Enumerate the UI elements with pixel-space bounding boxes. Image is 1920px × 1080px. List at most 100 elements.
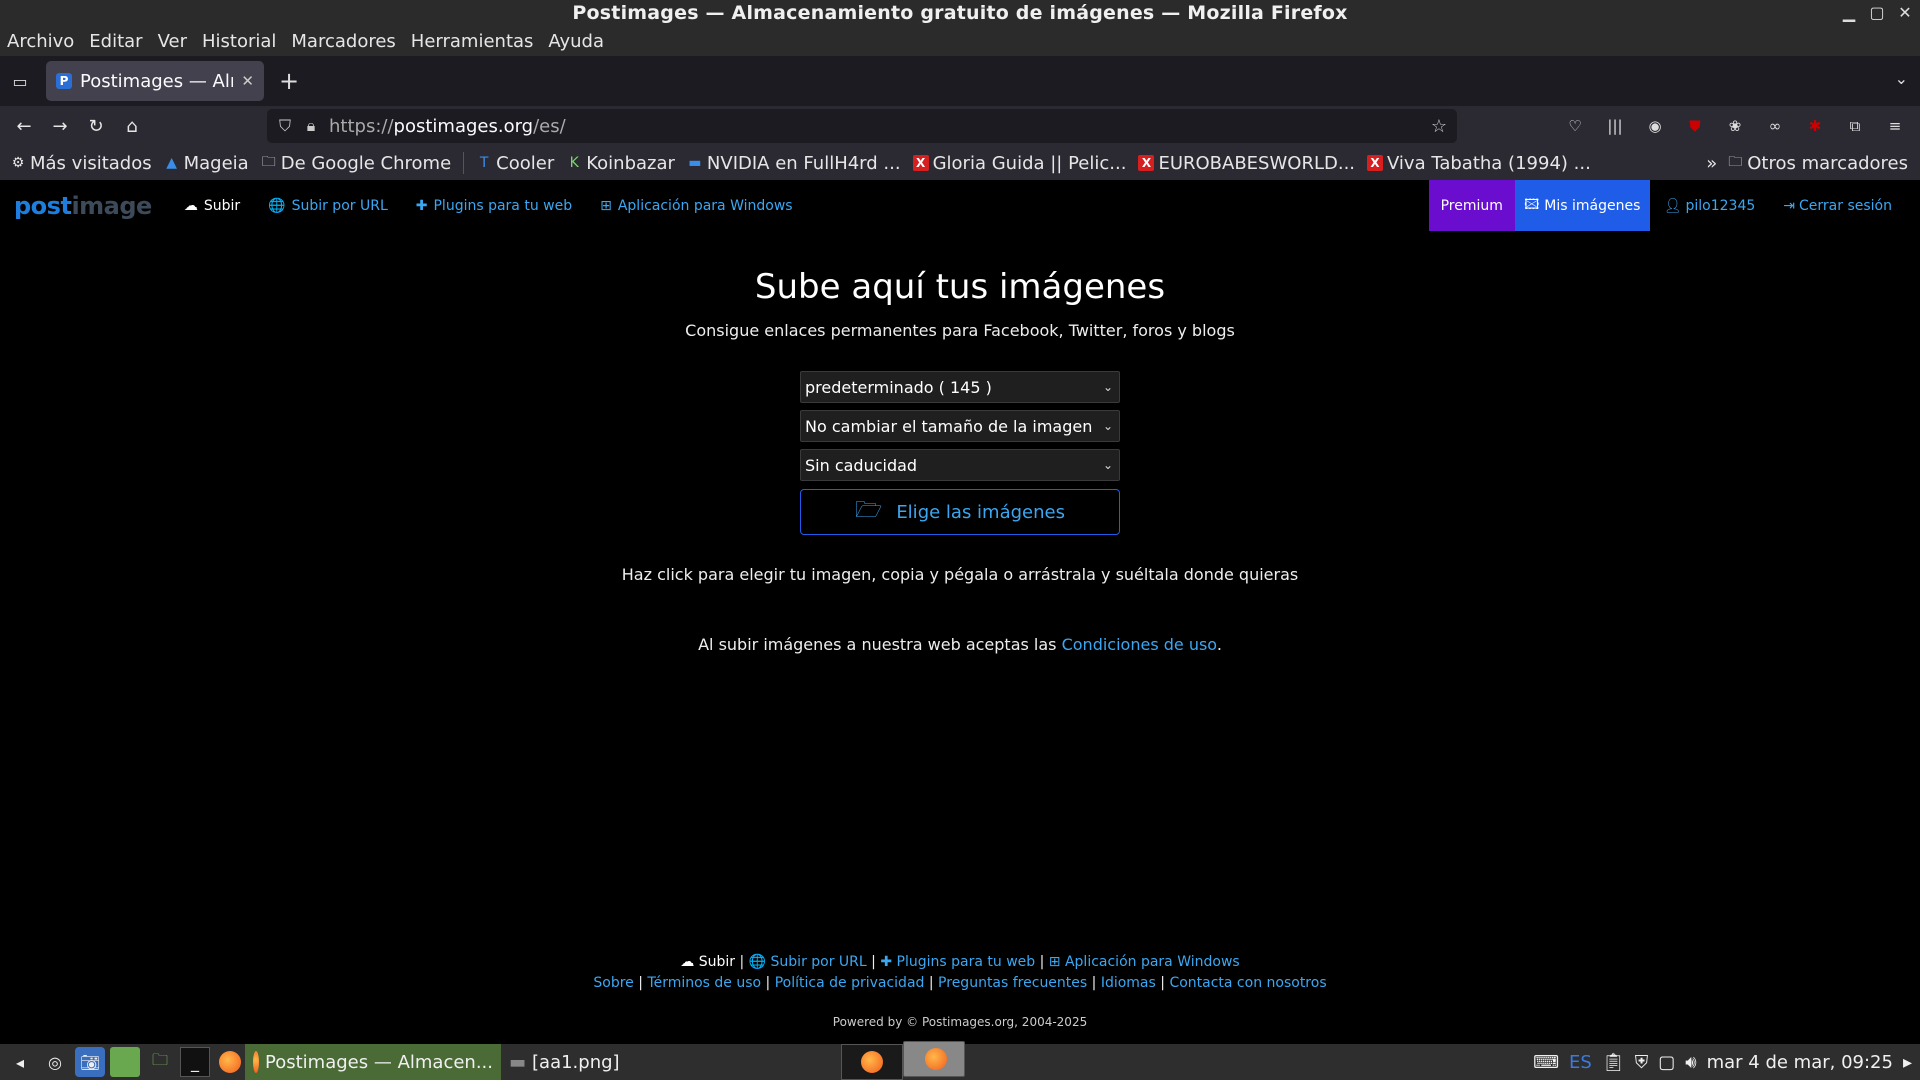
gallery-select[interactable]: predeterminado ( 145 ) ⌄ [800, 371, 1120, 403]
account-icon[interactable]: ◉ [1640, 110, 1670, 142]
new-tab-icon[interactable]: + [272, 64, 306, 98]
footer-terminos-link[interactable]: Términos de uso [647, 975, 761, 991]
footer-faq-link[interactable]: Preguntas frecuentes [938, 975, 1087, 991]
cloud-upload-icon: ☁ [680, 954, 695, 970]
bookmark-folder-chrome[interactable]: 🗀 De Google Chrome [261, 151, 451, 175]
bookmark-eurobabesworld[interactable]: X EUROBABESWORLD... [1138, 153, 1355, 174]
more-bookmarks-chevron-icon[interactable]: » [1706, 153, 1717, 174]
glasses-extension-icon[interactable]: ∞ [1760, 110, 1790, 142]
bookmark-mas-visitados[interactable]: ⚙ Más visitados [10, 153, 152, 174]
menu-marcadores[interactable]: Marcadores [291, 31, 395, 52]
menu-archivo[interactable]: Archivo [7, 31, 74, 52]
bookmark-viva-tabatha[interactable]: X Viva Tabatha (1994) ... [1367, 153, 1591, 174]
expiry-select[interactable]: Sin caducidad ⌄ [800, 449, 1120, 481]
maximize-icon[interactable]: ▢ [1868, 2, 1886, 22]
folder-icon: 🗀 [1728, 154, 1743, 170]
footer-windows-app-link[interactable]: ⊞ Aplicación para Windows [1049, 954, 1240, 970]
security-shield-icon[interactable]: ⛨ [1635, 1052, 1649, 1073]
choose-images-button[interactable]: 🗁 Elige las imágenes [800, 489, 1120, 535]
footer-subir-url-link[interactable]: 🌐 Subir por URL [749, 954, 867, 970]
clipboard-icon[interactable]: 📋︎ [1602, 1052, 1625, 1073]
display-icon[interactable]: ▢ [1658, 1052, 1675, 1073]
terms-link[interactable]: Condiciones de uso [1062, 635, 1217, 654]
app-menu-icon[interactable]: ◎ [40, 1047, 70, 1077]
nav-plugins-link[interactable]: ✚ Plugins para tu web [416, 198, 572, 214]
menu-herramientas[interactable]: Herramientas [411, 31, 534, 52]
logout-link[interactable]: ⇥ Cerrar sesión [1769, 180, 1920, 231]
bookmark-koinbazar[interactable]: K Koinbazar [566, 153, 675, 174]
premium-button[interactable]: Premium [1428, 180, 1515, 231]
menu-bar: Archivo Editar Ver Historial Marcadores … [0, 26, 1920, 56]
keyboard-layout-icon[interactable]: ⌨ [1533, 1052, 1559, 1073]
back-icon[interactable]: ← [6, 108, 42, 144]
ublock-icon[interactable]: ⛊ [1680, 110, 1710, 142]
workspace-1[interactable] [841, 1044, 903, 1080]
list-tabs-chevron-icon[interactable]: ⌄ [1895, 69, 1908, 88]
bookmark-nvidia[interactable]: ▬ NVIDIA en FullH4rd ... [687, 153, 900, 174]
close-icon[interactable]: ✕ [1896, 2, 1914, 22]
clock[interactable]: mar 4 de mar, 09:25 [1707, 1052, 1893, 1073]
resize-select[interactable]: No cambiar el tamaño de la imagen ⌄ [800, 410, 1120, 442]
reload-icon[interactable]: ↻ [78, 108, 114, 144]
taskbar-left-arrow-icon[interactable]: ◂ [5, 1047, 35, 1077]
footer-sobre-link[interactable]: Sobre [593, 975, 633, 991]
taskbar-task-firefox[interactable]: Postimages — Almacen... [245, 1044, 501, 1080]
forward-icon[interactable]: → [42, 108, 78, 144]
user-link[interactable]: 👤︎ pilo12345 [1650, 180, 1770, 231]
bookmark-mageia[interactable]: ▲ Mageia [164, 153, 248, 174]
lock-icon[interactable]: 🔒︎ [303, 116, 319, 136]
nav-subir-url-link[interactable]: 🌐 Subir por URL [268, 198, 388, 214]
bookmark-star-icon[interactable]: ☆ [1431, 116, 1447, 137]
language-indicator[interactable]: ES [1569, 1052, 1592, 1073]
terms-notice: Al subir imágenes a nuestra web aceptas … [698, 635, 1222, 654]
workspace-2[interactable] [903, 1040, 965, 1077]
menu-ayuda[interactable]: Ayuda [548, 31, 604, 52]
window-title: Postimages — Almacenamiento gratuito de … [572, 2, 1348, 24]
desktop-icon[interactable] [110, 1047, 140, 1077]
footer-subir-link[interactable]: ☁ Subir [680, 954, 735, 970]
yandex-extension-icon[interactable]: ✱ [1800, 110, 1830, 142]
menu-ver[interactable]: Ver [158, 31, 187, 52]
tab-strip: ▭ P Postimages — Alma ✕ + ⌄ [0, 56, 1920, 106]
footer-contacto-link[interactable]: Contacta con nosotros [1169, 975, 1326, 991]
koinbazar-favicon-icon: K [569, 155, 579, 171]
tracking-shield-icon[interactable]: ⛉ [277, 116, 293, 136]
tab-title: Postimages — Alma [80, 70, 233, 92]
bookmark-gloria-guida[interactable]: X Gloria Guida || Pelic... [912, 153, 1126, 174]
firefox-launcher-icon[interactable] [215, 1047, 245, 1077]
menu-historial[interactable]: Historial [202, 31, 276, 52]
fullh4rd-favicon-icon: ▬ [688, 155, 702, 171]
hamburger-menu-icon[interactable]: ≡ [1880, 110, 1910, 142]
minimize-icon[interactable]: ▁ [1840, 2, 1858, 22]
nav-windows-app-link[interactable]: ⊞ Aplicación para Windows [600, 198, 792, 214]
pocket-icon[interactable]: ♡ [1560, 110, 1590, 142]
home-icon[interactable]: ⌂ [114, 108, 150, 144]
tab-close-icon[interactable]: ✕ [241, 72, 254, 90]
menu-editar[interactable]: Editar [89, 31, 142, 52]
footer-plugins-link[interactable]: ✚ Plugins para tu web [880, 954, 1035, 970]
nav-subir-link[interactable]: ☁ Subir [184, 198, 240, 214]
volume-icon[interactable]: 🔊︎ [1685, 1052, 1696, 1073]
taskbar-right-arrow-icon[interactable]: ▸ [1903, 1052, 1912, 1073]
taskbar-task-image[interactable]: ▬ [aa1.png] [501, 1044, 841, 1080]
bookmark-separator [463, 152, 465, 174]
firefox-view-icon[interactable]: ▭ [0, 61, 40, 101]
screenshot-icon[interactable]: 📷︎ [75, 1047, 105, 1077]
extensions-puzzle-icon[interactable]: ⧉ [1840, 110, 1870, 142]
bookmark-cooler[interactable]: T Cooler [476, 153, 554, 174]
mis-imagenes-button[interactable]: 🖾 Mis imágenes [1514, 180, 1650, 231]
bookmark-otros-marcadores[interactable]: 🗀 Otros marcadores [1727, 151, 1908, 175]
upload-controls: predeterminado ( 145 ) ⌄ No cambiar el ta… [800, 371, 1120, 535]
address-bar[interactable]: ⛉ 🔒︎ https://postimages.org/es/ ☆ [267, 109, 1457, 143]
x-favicon-icon: X [1367, 155, 1384, 171]
firefox-icon [253, 1051, 260, 1073]
file-manager-icon[interactable]: 🗀 [145, 1047, 175, 1077]
footer-privacidad-link[interactable]: Política de privacidad [775, 975, 925, 991]
postimage-logo[interactable]: postimage [14, 192, 152, 220]
tab-postimages[interactable]: P Postimages — Alma ✕ [46, 61, 264, 101]
globe-icon: 🌐 [268, 197, 286, 214]
terminal-icon[interactable]: _ [180, 1047, 210, 1077]
footer-idiomas-link[interactable]: Idiomas [1101, 975, 1156, 991]
library-icon[interactable]: ||| [1600, 110, 1630, 142]
extension-icon[interactable]: ❀ [1720, 110, 1750, 142]
